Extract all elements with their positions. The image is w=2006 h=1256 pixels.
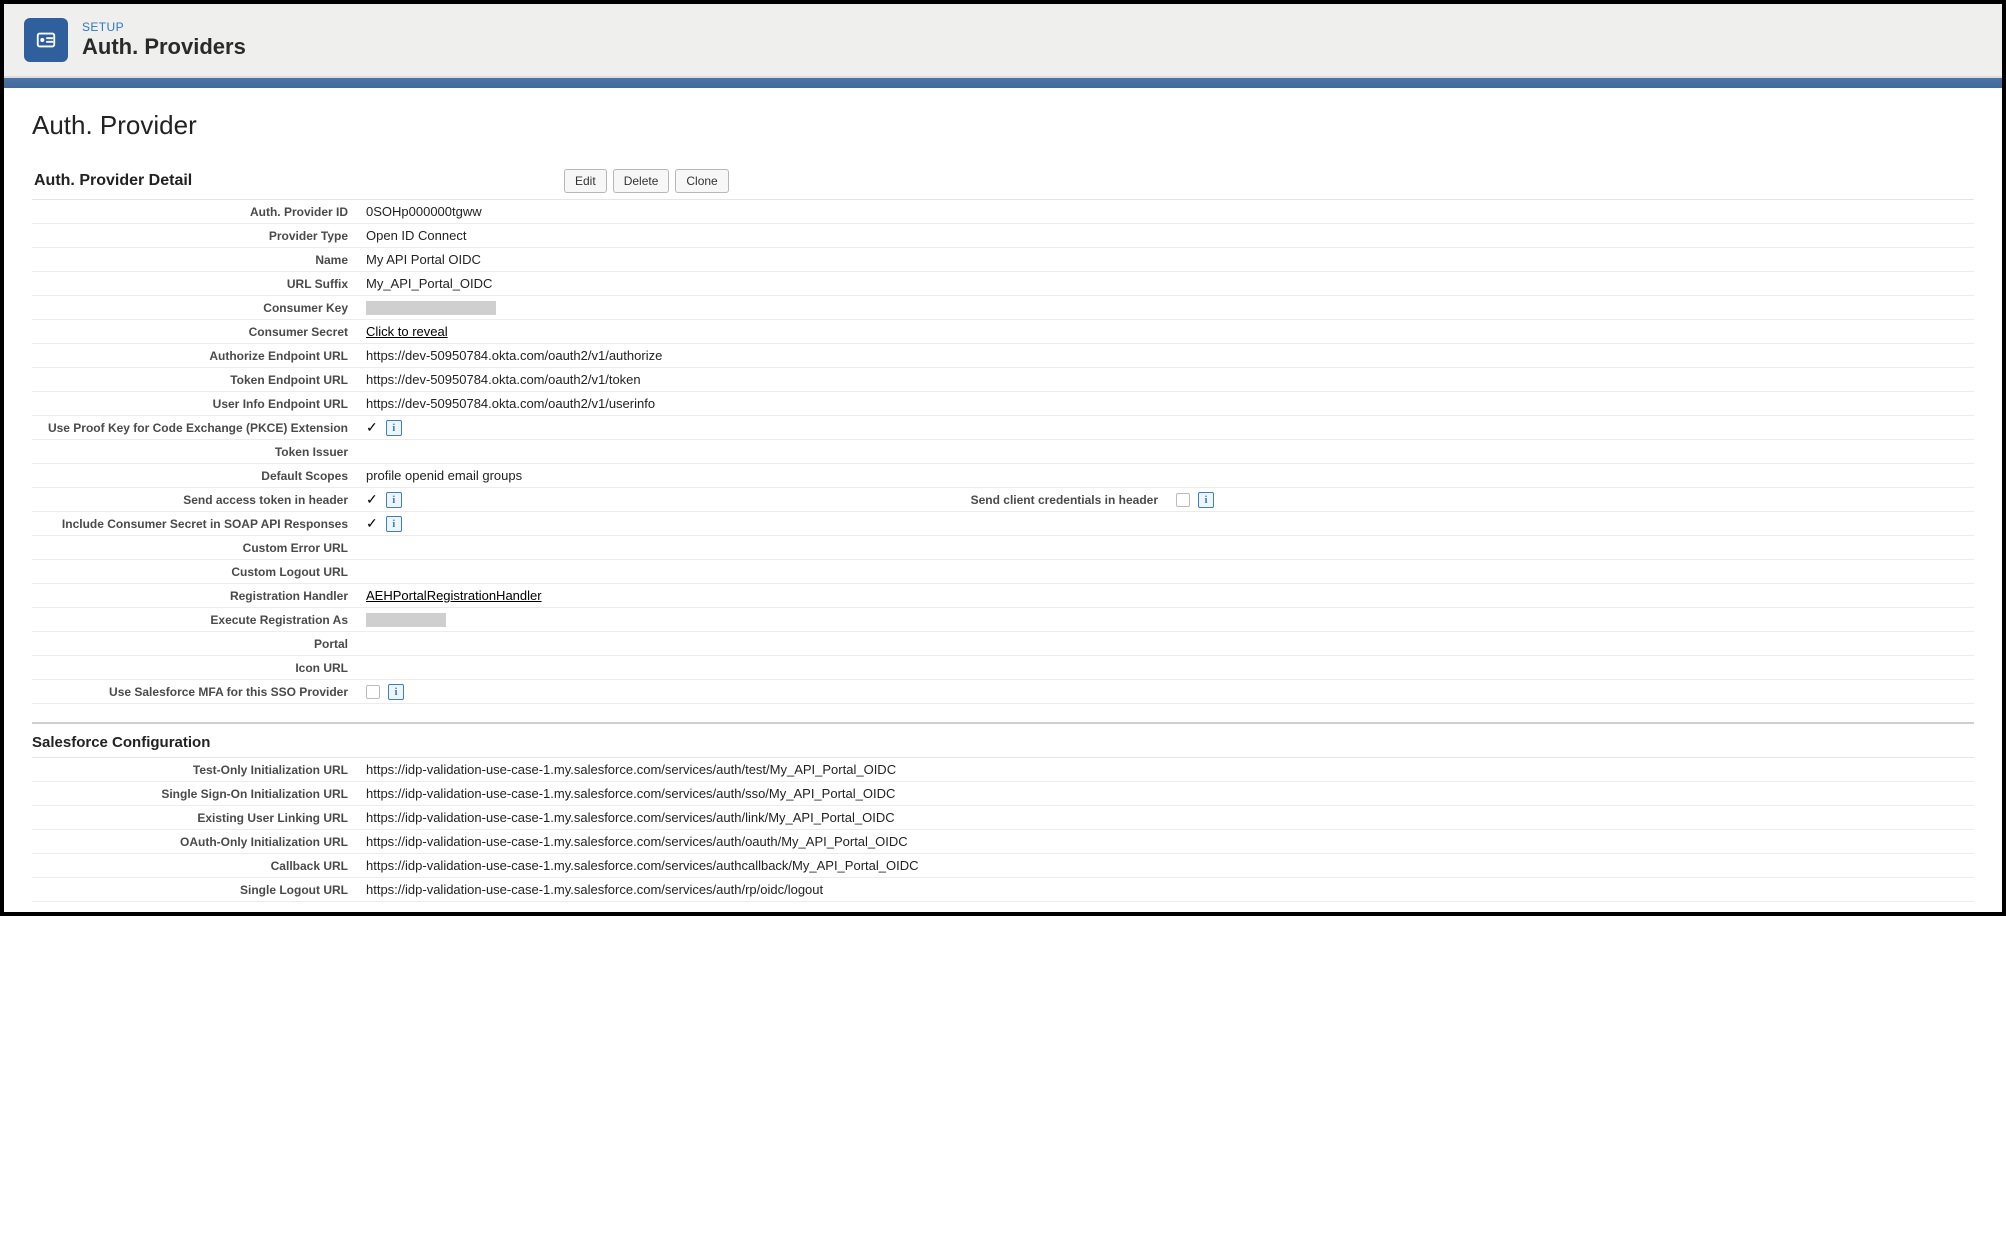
existing-user-linking-url-value: https://idp-validation-use-case-1.my.sal… [358, 807, 1974, 828]
field-label: Callback URL [32, 856, 358, 876]
field-label: Custom Logout URL [32, 562, 358, 582]
info-icon[interactable]: i [386, 420, 402, 436]
field-label: Provider Type [32, 226, 358, 246]
field-label: Registration Handler [32, 586, 358, 606]
field-label: Custom Error URL [32, 538, 358, 558]
info-icon[interactable]: i [386, 492, 402, 508]
unchecked-icon [1176, 493, 1190, 507]
setup-icon [24, 18, 68, 62]
check-icon: ✓ [366, 491, 378, 508]
field-label: Execute Registration As [32, 610, 358, 630]
test-only-init-url-value: https://idp-validation-use-case-1.my.sal… [358, 759, 1974, 780]
field-label: URL Suffix [32, 274, 358, 294]
field-label: Existing User Linking URL [32, 808, 358, 828]
portal-value [358, 641, 1974, 647]
unchecked-icon [366, 685, 380, 699]
auth-provider-id-value: 0SOHp000000tgww [358, 201, 1974, 222]
send-client-creds-value: i [1168, 489, 1288, 511]
action-buttons: Edit Delete Clone [564, 169, 729, 193]
token-endpoint-value: https://dev-50950784.okta.com/oauth2/v1/… [358, 369, 1974, 390]
default-scopes-value: profile openid email groups [358, 465, 1974, 486]
redacted-block [366, 613, 446, 627]
header-strip [4, 78, 2002, 88]
check-icon: ✓ [366, 419, 378, 436]
custom-logout-url-value [358, 569, 1974, 575]
info-icon[interactable]: i [1198, 492, 1214, 508]
page-header: SETUP Auth. Providers [4, 4, 2002, 78]
single-logout-url-value: https://idp-validation-use-case-1.my.sal… [358, 879, 1974, 900]
detail-table: Auth. Provider ID 0SOHp000000tgww Provid… [32, 199, 1974, 704]
field-label: Token Endpoint URL [32, 370, 358, 390]
field-label: OAuth-Only Initialization URL [32, 832, 358, 852]
oauth-only-init-url-value: https://idp-validation-use-case-1.my.sal… [358, 831, 1974, 852]
field-label: Test-Only Initialization URL [32, 760, 358, 780]
callback-url-value: https://idp-validation-use-case-1.my.sal… [358, 855, 1974, 876]
field-label: User Info Endpoint URL [32, 394, 358, 414]
field-label: Consumer Key [32, 298, 358, 318]
edit-button[interactable]: Edit [564, 169, 607, 193]
authorize-endpoint-value: https://dev-50950784.okta.com/oauth2/v1/… [358, 345, 1974, 366]
pkce-value: ✓ i [358, 416, 1974, 439]
url-suffix-value: My_API_Portal_OIDC [358, 273, 1974, 294]
delete-button[interactable]: Delete [613, 169, 670, 193]
field-label: Use Proof Key for Code Exchange (PKCE) E… [32, 418, 358, 438]
field-label: Default Scopes [32, 466, 358, 486]
detail-subheading: Auth. Provider Detail [34, 172, 534, 190]
include-secret-soap-value: ✓ i [358, 512, 1974, 535]
field-label: Send client credentials in header [918, 490, 1168, 510]
field-label: Consumer Secret [32, 322, 358, 342]
execute-registration-as-value [358, 610, 1974, 630]
info-icon[interactable]: i [386, 516, 402, 532]
field-label: Include Consumer Secret in SOAP API Resp… [32, 514, 358, 534]
field-label: Name [32, 250, 358, 270]
info-icon[interactable]: i [388, 684, 404, 700]
field-label: Auth. Provider ID [32, 202, 358, 222]
field-label: Use Salesforce MFA for this SSO Provider [32, 682, 358, 702]
field-label: Send access token in header [32, 490, 358, 510]
field-label: Token Issuer [32, 442, 358, 462]
field-label: Single Sign-On Initialization URL [32, 784, 358, 804]
page-title: Auth. Providers [82, 34, 246, 60]
field-label: Portal [32, 634, 358, 654]
send-token-header-value: ✓ i [358, 488, 918, 511]
registration-handler-link[interactable]: AEHPortalRegistrationHandler [358, 585, 1974, 606]
field-label: Authorize Endpoint URL [32, 346, 358, 366]
consumer-secret-reveal-link[interactable]: Click to reveal [358, 321, 1974, 342]
setup-label: SETUP [82, 20, 246, 34]
sf-config-heading: Salesforce Configuration [32, 734, 1974, 751]
name-value: My API Portal OIDC [358, 249, 1974, 270]
token-issuer-value [358, 449, 1974, 455]
sso-init-url-value: https://idp-validation-use-case-1.my.sal… [358, 783, 1974, 804]
check-icon: ✓ [366, 515, 378, 532]
custom-error-url-value [358, 545, 1974, 551]
consumer-key-value [358, 298, 1974, 318]
userinfo-endpoint-value: https://dev-50950784.okta.com/oauth2/v1/… [358, 393, 1974, 414]
redacted-block [366, 301, 496, 315]
field-label: Icon URL [32, 658, 358, 678]
icon-url-value [358, 665, 1974, 671]
use-mfa-value: i [358, 681, 1974, 703]
clone-button[interactable]: Clone [675, 169, 728, 193]
field-label: Single Logout URL [32, 880, 358, 900]
section-heading: Auth. Provider [32, 110, 1974, 141]
provider-type-value: Open ID Connect [358, 225, 1974, 246]
